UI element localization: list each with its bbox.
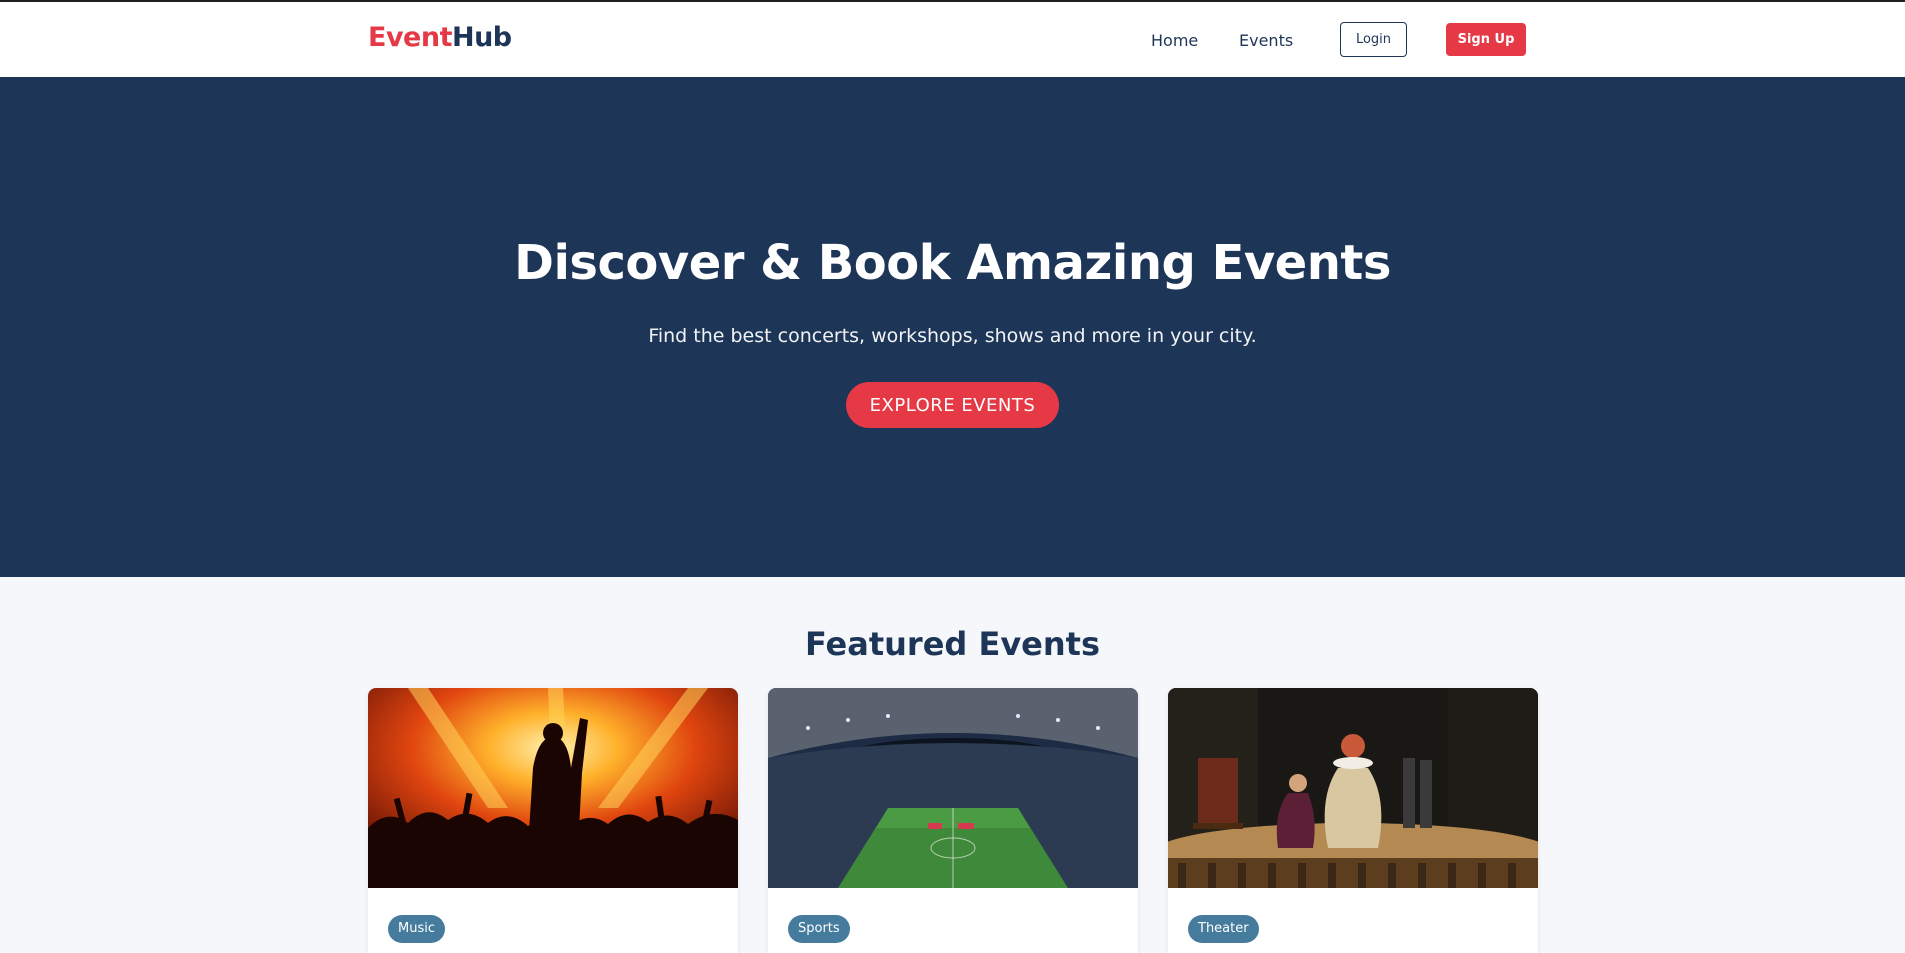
- stadium-image: [768, 688, 1138, 888]
- category-badge: Music: [388, 915, 445, 943]
- site-header: EventHub Home Events Login Sign Up: [0, 2, 1905, 77]
- login-button[interactable]: Login: [1340, 22, 1407, 57]
- brand-logo[interactable]: EventHub: [368, 22, 512, 53]
- signup-button[interactable]: Sign Up: [1446, 23, 1526, 56]
- event-card[interactable]: Theater: [1168, 688, 1538, 953]
- hero-subtitle: Find the best concerts, workshops, shows…: [648, 325, 1257, 347]
- brand-logo-part-hub: Hub: [451, 22, 512, 53]
- event-card[interactable]: Music: [368, 688, 738, 953]
- hero-section: Discover & Book Amazing Events Find the …: [0, 77, 1905, 577]
- event-card[interactable]: Sports: [768, 688, 1138, 953]
- category-badge: Theater: [1188, 915, 1259, 943]
- category-badge: Sports: [788, 915, 850, 943]
- nav-events-link[interactable]: Events: [1239, 31, 1293, 50]
- featured-events-title: Featured Events: [804, 625, 1100, 663]
- nav-home-link[interactable]: Home: [1151, 31, 1198, 50]
- hero-title: Discover & Book Amazing Events: [514, 235, 1391, 291]
- brand-logo-part-event: Event: [368, 22, 452, 53]
- theater-stage-image: [1168, 688, 1538, 888]
- explore-events-button[interactable]: EXPLORE EVENTS: [846, 382, 1059, 428]
- concert-image: [368, 688, 738, 888]
